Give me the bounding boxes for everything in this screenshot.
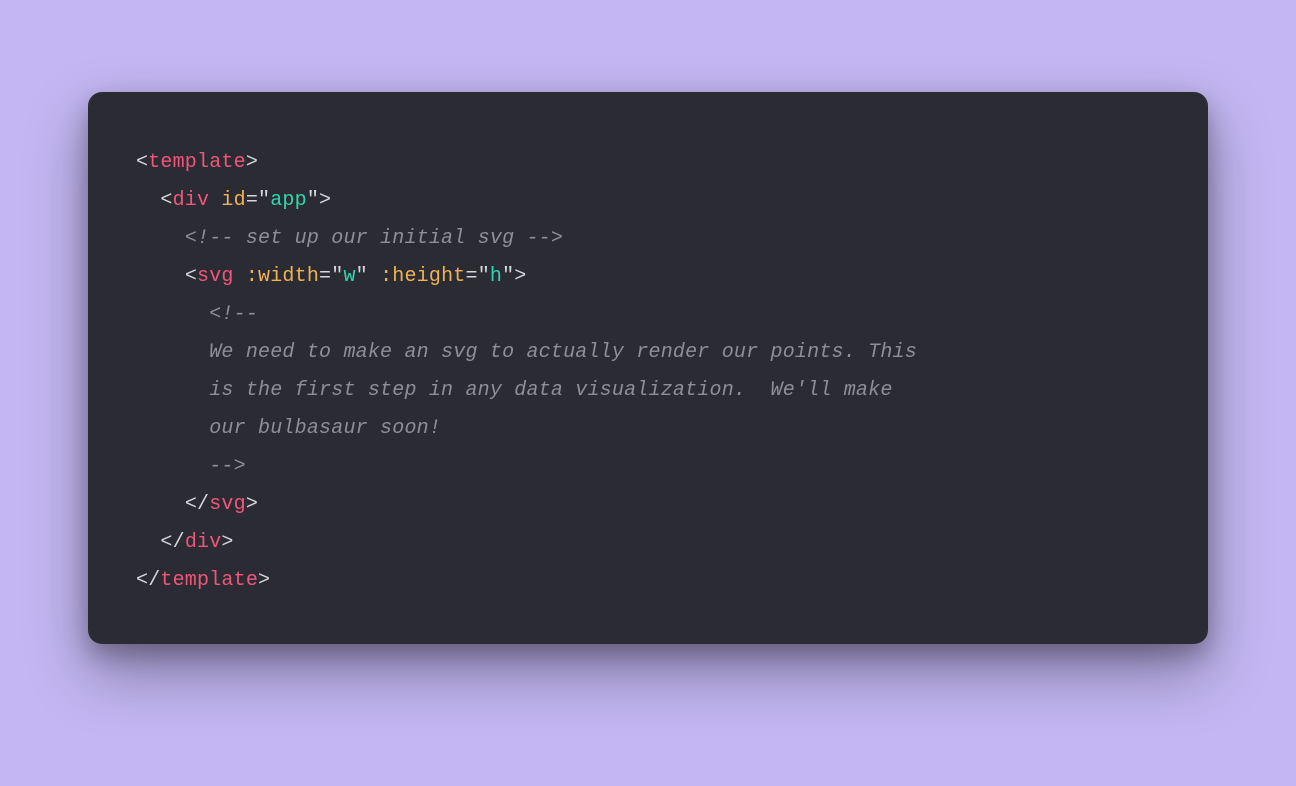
space	[234, 265, 246, 288]
quote: "	[307, 189, 319, 212]
equals: =	[246, 189, 258, 212]
space	[209, 189, 221, 212]
string-app: app	[270, 189, 307, 212]
quote: "	[331, 265, 343, 288]
code-snippet-card: <template> <div id="app"> <!-- set up ou…	[88, 92, 1208, 644]
tag-template: template	[148, 151, 246, 174]
quote: "	[356, 265, 368, 288]
tag-div: div	[173, 189, 210, 212]
comment-setup: <!-- set up our initial svg -->	[185, 227, 563, 250]
quote: "	[258, 189, 270, 212]
bracket-close: >	[319, 189, 331, 212]
bracket-close: >	[246, 493, 258, 516]
tag-svg: svg	[197, 265, 234, 288]
equals: =	[465, 265, 477, 288]
quote: "	[502, 265, 514, 288]
bracket-open: <	[160, 189, 172, 212]
bracket-close: >	[258, 569, 270, 592]
bracket-close: >	[221, 531, 233, 554]
bracket-open: </	[160, 531, 184, 554]
bracket-open: <	[185, 265, 197, 288]
comment-open: <!--	[209, 303, 258, 326]
tag-svg-close: svg	[209, 493, 246, 516]
attr-width: :width	[246, 265, 319, 288]
quote: "	[478, 265, 490, 288]
bracket-close: >	[514, 265, 526, 288]
tag-div-close: div	[185, 531, 222, 554]
attr-id: id	[221, 189, 245, 212]
comment-close: -->	[209, 455, 246, 478]
code-block: <template> <div id="app"> <!-- set up ou…	[136, 144, 1160, 600]
bracket-close: >	[246, 151, 258, 174]
space	[368, 265, 380, 288]
comment-line: We need to make an svg to actually rende…	[209, 341, 917, 364]
string-w: w	[343, 265, 355, 288]
comment-line: is the first step in any data visualizat…	[209, 379, 892, 402]
bracket-open: <	[136, 151, 148, 174]
tag-template-close: template	[160, 569, 258, 592]
equals: =	[319, 265, 331, 288]
comment-line: our bulbasaur soon!	[209, 417, 441, 440]
attr-height: :height	[380, 265, 465, 288]
string-h: h	[490, 265, 502, 288]
bracket-open: </	[185, 493, 209, 516]
bracket-open: </	[136, 569, 160, 592]
page-background: <template> <div id="app"> <!-- set up ou…	[0, 0, 1296, 786]
